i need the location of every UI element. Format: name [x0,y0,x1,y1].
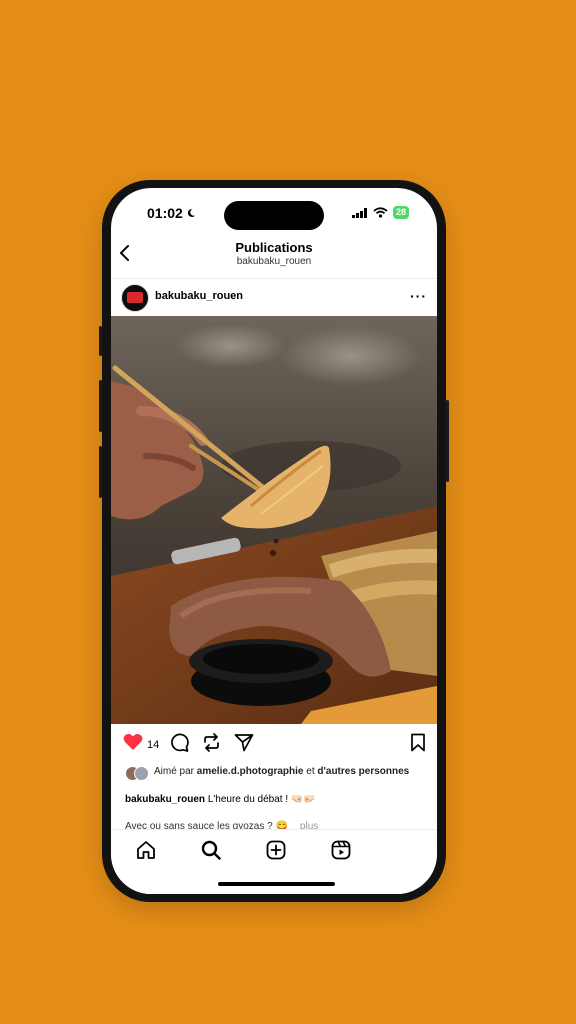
page-subtitle: bakubaku_rouen [236,256,312,267]
liked-by[interactable]: Aimé par amelie.d.photographie et d'autr… [125,766,425,781]
like-count[interactable]: 14 [147,739,159,751]
post-username[interactable]: bakubaku_rouen [155,290,243,302]
search-icon [201,840,221,860]
like-button[interactable] [123,733,143,756]
home-indicator [218,882,335,886]
liked-prefix: Aimé par [154,766,195,777]
send-icon [234,734,254,752]
post-actions: 14 [111,733,437,757]
repost-icon [204,733,219,752]
power-button [446,400,449,482]
bottom-tab-bar [111,829,437,894]
clock: 01:02 [147,205,183,221]
post-image[interactable] [111,316,437,724]
wifi-icon [373,207,388,218]
gyoza-photo [111,316,437,724]
more-dots-icon[interactable]: ··· [410,288,427,304]
liked-user[interactable]: amelie.d.photographie [197,766,304,777]
caption-text: L'heure du débat ! 🤜🏻🤛🏻 [207,794,316,805]
post-header: bakubaku_rouen ··· [111,278,437,315]
tab-create[interactable] [266,840,286,865]
volume-up-button [99,380,102,432]
status-bar-time: 01:02 [147,205,196,221]
action-button [99,326,102,356]
tab-search[interactable] [201,840,221,865]
liked-others[interactable]: d'autres personnes [317,766,409,777]
status-bar-right: 28 [351,206,409,219]
tab-home[interactable] [136,840,156,865]
volume-down-button [99,446,102,498]
create-icon [266,840,286,860]
bookmark-icon [411,733,425,752]
liked-and: et [306,766,315,777]
battery-indicator: 28 [392,206,409,219]
save-button[interactable] [410,733,426,757]
liked-by-text: Aimé par amelie.d.photographie et d'autr… [154,766,425,778]
phone-frame: 01:02 28 Publications bakubaku_rouen bak… [99,180,449,902]
screen: 01:02 28 Publications bakubaku_rouen bak… [111,188,437,894]
reels-icon [331,840,351,860]
share-button[interactable] [234,733,254,757]
caption-username[interactable]: bakubaku_rouen [125,794,205,805]
home-icon [137,841,155,859]
liker-avatar [134,766,149,781]
publications-header: Publications bakubaku_rouen [111,240,437,272]
heart-icon [123,734,143,750]
tab-reels[interactable] [331,840,351,865]
dynamic-island [224,201,324,230]
liker-avatars [125,766,149,781]
logo-mark [127,292,143,303]
comment-icon [171,733,189,752]
repost-button[interactable] [202,733,221,757]
caption: bakubaku_rouen L'heure du débat ! 🤜🏻🤛🏻 [125,794,316,805]
page-title: Publications [235,240,313,255]
avatar[interactable] [121,284,149,312]
comment-button[interactable] [170,733,189,757]
signal-icon [351,207,367,218]
moon-icon [187,208,195,217]
